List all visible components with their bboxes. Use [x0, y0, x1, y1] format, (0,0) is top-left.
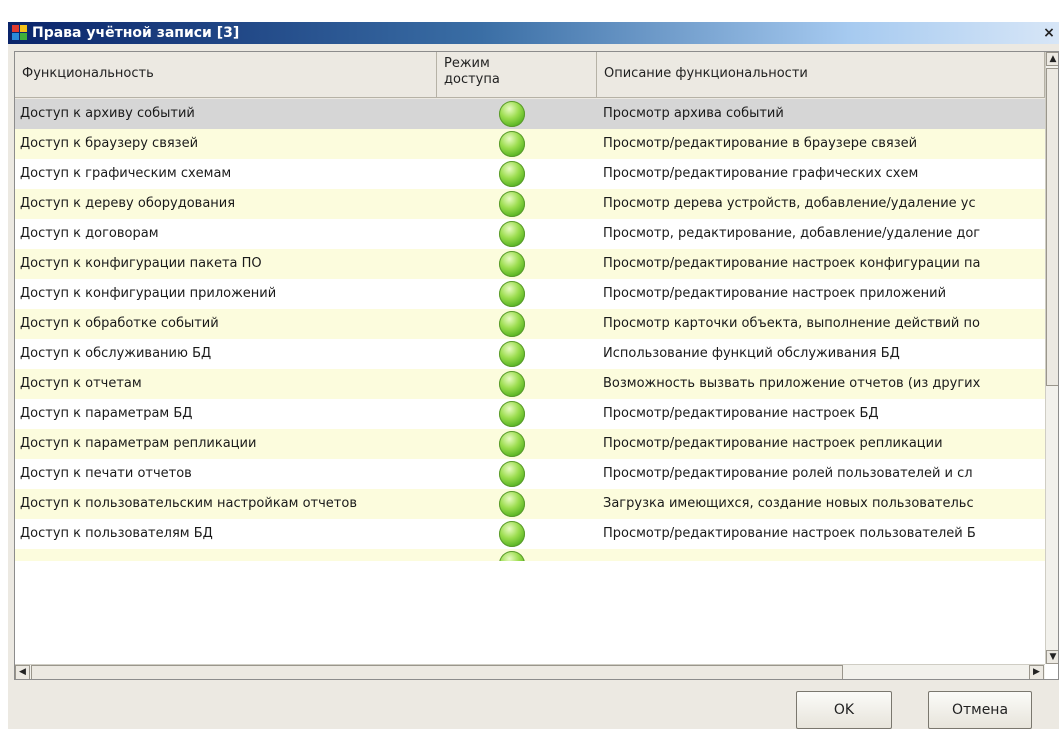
access-mode-cell[interactable] [437, 159, 597, 189]
horizontal-scroll-thumb[interactable] [31, 665, 843, 679]
access-mode-cell[interactable] [437, 309, 597, 339]
access-mode-cell[interactable] [437, 249, 597, 279]
functionality-cell: Доступ к печати отчетов [20, 466, 192, 481]
scroll-down-icon[interactable]: ▼ [1046, 650, 1058, 664]
grid-header: Функциональность Режим доступа Описание … [15, 52, 1045, 99]
vertical-scrollbar[interactable]: ▲ ▼ [1045, 52, 1058, 664]
app-icon [12, 25, 28, 41]
column-header-functionality[interactable]: Функциональность [15, 52, 437, 98]
access-mode-cell[interactable] [437, 489, 597, 519]
table-row[interactable]: Доступ к обработке событий Просмотр карто… [15, 309, 1045, 339]
table-row[interactable]: Доступ к графическим схемам Просмотр/реда… [15, 159, 1045, 189]
table-row[interactable]: Доступ к конфигурации пакета ПО Просмотр/… [15, 249, 1045, 279]
green-circle-icon[interactable] [499, 221, 525, 247]
access-mode-cell[interactable] [437, 369, 597, 399]
cancel-button[interactable]: Отмена [928, 691, 1032, 729]
green-circle-icon[interactable] [499, 521, 525, 547]
functionality-cell: Доступ к параметрам БД [20, 406, 193, 421]
table-row[interactable]: Доступ к печати отчетов Просмотр/редактир… [15, 459, 1045, 489]
access-mode-cell[interactable] [437, 279, 597, 309]
functionality-cell: Доступ к пользовательским настройкам отч… [20, 496, 357, 511]
description-cell: Загрузка имеющихся, создание новых польз… [603, 496, 974, 511]
description-cell: Просмотр/редактирование настроек БД [603, 406, 879, 421]
green-circle-icon[interactable] [499, 131, 525, 157]
table-row[interactable]: Доступ к конфигурации приложений Просмотр… [15, 279, 1045, 309]
scroll-right-icon[interactable]: ▶ [1029, 665, 1044, 679]
functionality-cell: Доступ к дереву оборудования [20, 196, 236, 211]
description-cell: Просмотр/редактирование ролей пользовате… [603, 466, 973, 481]
green-circle-icon[interactable] [499, 161, 525, 187]
description-cell: Просмотр дерева устройств, добавление/уд… [603, 196, 976, 211]
access-mode-cell[interactable] [437, 399, 597, 429]
access-mode-cell[interactable] [437, 189, 597, 219]
green-circle-icon[interactable] [499, 191, 525, 217]
green-circle-icon[interactable] [499, 281, 525, 307]
description-cell: Просмотр карточки объекта, выполнение де… [603, 316, 980, 331]
ok-button[interactable]: OK [796, 691, 892, 729]
column-header-access-mode[interactable]: Режим доступа [437, 52, 597, 98]
table-row[interactable]: Доступ к обслуживанию БД Использование фу… [15, 339, 1045, 369]
green-circle-icon[interactable] [499, 251, 525, 277]
green-circle-icon[interactable] [499, 491, 525, 517]
green-circle-icon[interactable] [499, 341, 525, 367]
table-row[interactable]: Доступ к договорам Просмотр, редактирован… [15, 219, 1045, 249]
description-cell: Просмотр архива событий [603, 106, 784, 121]
table-row[interactable]: Доступ к дереву оборудования Просмотр дер… [15, 189, 1045, 219]
scroll-up-icon[interactable]: ▲ [1046, 52, 1058, 66]
description-cell: Просмотр, редактирование, добавление/уда… [603, 226, 981, 241]
access-mode-cell[interactable] [437, 459, 597, 489]
functionality-cell: Доступ к архиву событий [20, 106, 195, 121]
functionality-cell: Доступ к отчетам [20, 376, 142, 391]
close-icon[interactable]: × [1041, 24, 1057, 42]
green-circle-icon[interactable] [499, 371, 525, 397]
functionality-cell: Доступ к пользователям БД [20, 526, 213, 541]
functionality-cell: Доступ к конфигурации приложений [20, 286, 277, 301]
permissions-grid: Функциональность Режим доступа Описание … [14, 51, 1059, 680]
access-mode-cell[interactable] [437, 219, 597, 249]
description-cell: Просмотр/редактирование в браузере связе… [603, 136, 918, 151]
access-mode-cell[interactable] [437, 519, 597, 549]
description-cell: Просмотр/редактирование настроек реплика… [603, 436, 943, 451]
access-mode-cell[interactable] [437, 99, 597, 129]
green-circle-icon[interactable] [499, 461, 525, 487]
green-circle-icon[interactable] [499, 431, 525, 457]
horizontal-scrollbar[interactable]: ◀ ▶ [15, 664, 1045, 679]
functionality-cell: Доступ к графическим схемам [20, 166, 232, 181]
title-bar[interactable]: Права учётной записи [3] × [8, 22, 1059, 44]
scroll-left-icon[interactable]: ◀ [15, 665, 30, 679]
access-mode-cell[interactable] [437, 429, 597, 459]
column-header-description[interactable]: Описание функциональности [597, 52, 1045, 98]
description-cell: Возможность вызвать приложение отчетов (… [603, 376, 981, 391]
description-cell: Использование функций обслуживания БД [603, 346, 900, 361]
functionality-cell: Доступ к обслуживанию БД [20, 346, 212, 361]
table-row[interactable]: Доступ к пользователям БД Просмотр/редакт… [15, 519, 1045, 549]
functionality-cell: Доступ к браузеру связей [20, 136, 199, 151]
table-row[interactable]: Доступ к отчетам Возможность вызвать прил… [15, 369, 1045, 399]
description-cell: Просмотр/редактирование графических схем [603, 166, 919, 181]
functionality-cell: Доступ к конфигурации пакета ПО [20, 256, 262, 271]
functionality-cell: Доступ к обработке событий [20, 316, 219, 331]
description-cell: Просмотр/редактирование настроек приложе… [603, 286, 947, 301]
green-circle-icon[interactable] [499, 551, 525, 561]
description-cell: Просмотр/редактирование настроек конфигу… [603, 256, 981, 271]
table-row[interactable]: Доступ к архиву событий Просмотр архива с… [15, 99, 1045, 129]
access-mode-cell[interactable] [437, 549, 597, 561]
table-row[interactable] [15, 549, 1045, 561]
dialog-title: Права учётной записи [3] [32, 25, 240, 41]
functionality-cell: Доступ к договорам [20, 226, 159, 241]
table-row[interactable]: Доступ к параметрам репликации Просмотр/р… [15, 429, 1045, 459]
green-circle-icon[interactable] [499, 101, 525, 127]
table-row[interactable]: Доступ к параметрам БД Просмотр/редактиро… [15, 399, 1045, 429]
access-mode-cell[interactable] [437, 339, 597, 369]
functionality-cell: Доступ к параметрам репликации [20, 436, 257, 451]
description-cell: Просмотр/редактирование настроек пользов… [603, 526, 976, 541]
table-row[interactable]: Доступ к браузеру связей Просмотр/редакти… [15, 129, 1045, 159]
account-rights-dialog: Права учётной записи [3] × Функционально… [8, 22, 1059, 729]
vertical-scroll-thumb[interactable] [1046, 68, 1058, 386]
green-circle-icon[interactable] [499, 311, 525, 337]
access-mode-cell[interactable] [437, 129, 597, 159]
green-circle-icon[interactable] [499, 401, 525, 427]
table-row[interactable]: Доступ к пользовательским настройкам отч… [15, 489, 1045, 519]
